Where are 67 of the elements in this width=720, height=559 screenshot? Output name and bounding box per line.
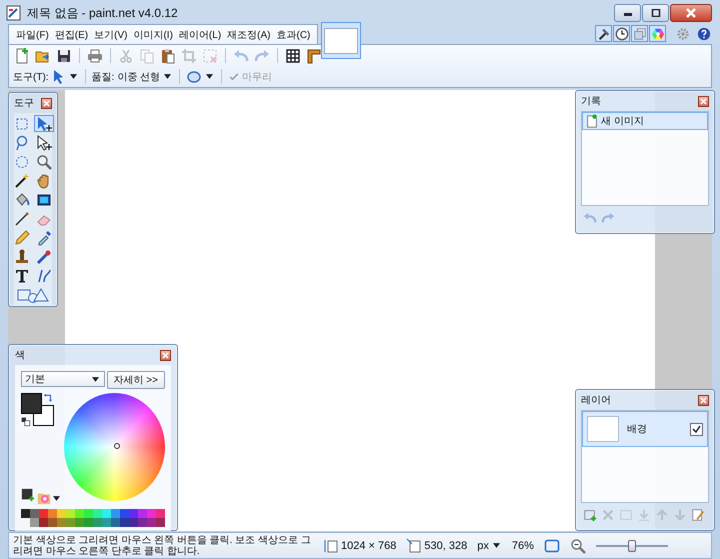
primary-color-swatch[interactable] [21, 393, 42, 414]
move-selected-tool[interactable] [34, 115, 54, 132]
new-image-icon [585, 113, 599, 129]
image-size: 1024 × 768 [323, 538, 396, 554]
palette-menu-icon[interactable] [37, 491, 62, 505]
status-hint: 기본 색상으로 그리려면 마우스 왼쪽 버튼을 클릭. 보조 색상으로 그리려면 마우스 오른쪽 단추로 클릭 합니다. [13, 534, 312, 556]
grid-icon[interactable] [284, 46, 302, 64]
caret-icon [206, 74, 214, 79]
palette-drawing[interactable] [21, 509, 165, 527]
unit-dropdown[interactable]: px [477, 540, 502, 552]
panel-title: 도구 [14, 97, 34, 110]
menu-item[interactable]: 보기(V) [91, 28, 130, 42]
menu-item[interactable]: 이미지(I) [130, 28, 176, 42]
check-icon [228, 70, 240, 82]
hammer-icon[interactable] [595, 25, 612, 42]
cursor-position-icon [406, 538, 422, 554]
zoom-slider[interactable] [596, 540, 668, 552]
selection-mode-dropdown[interactable] [186, 68, 216, 84]
minimize-button[interactable] [614, 4, 641, 22]
history-item[interactable]: 새 이미지 [582, 112, 708, 130]
menu-item[interactable]: 효과(C) [274, 28, 314, 42]
panel-title: 기록 [581, 95, 601, 108]
menu-item[interactable]: 파일(F) [13, 28, 52, 42]
caret-icon [492, 543, 500, 548]
zoom-out-icon[interactable] [570, 538, 586, 554]
quality-dropdown[interactable]: 이중 선형 [117, 70, 174, 84]
caret-icon [164, 74, 172, 79]
app-icon [6, 5, 22, 21]
fit-window-icon[interactable] [544, 538, 560, 554]
palette-dropdown[interactable]: 기본 [21, 371, 105, 387]
maximize-button[interactable] [642, 4, 669, 22]
menu-item[interactable]: 재조정(A) [224, 28, 274, 42]
cursor-position: 530, 328 [406, 538, 468, 554]
menu-item[interactable]: 레이어(L) [176, 28, 224, 42]
close-panel-icon[interactable] [41, 98, 52, 108]
clock-icon[interactable] [613, 25, 630, 42]
caret-icon [70, 74, 77, 79]
zoom-level: 76% [512, 540, 534, 552]
print-icon[interactable] [86, 46, 104, 64]
image-size-icon [323, 538, 339, 554]
layer-thumbnail [587, 416, 619, 442]
clipboard-icon[interactable] [159, 46, 177, 64]
color-wheel-icon[interactable] [649, 25, 666, 42]
close-button[interactable] [670, 4, 712, 22]
close-panel-icon[interactable] [698, 394, 709, 406]
slider-thumb[interactable] [628, 540, 636, 552]
caret-icon [92, 376, 99, 382]
layer-item[interactable]: 배경 [582, 411, 708, 447]
panel-title: 레이어 [581, 394, 611, 407]
image-thumbnail[interactable] [321, 22, 362, 59]
menu-item[interactable]: 편집(E) [52, 28, 92, 42]
reset-colors-icon[interactable] [21, 417, 31, 427]
add-color-icon[interactable] [21, 488, 35, 502]
help-icon[interactable] [695, 26, 712, 42]
close-panel-icon[interactable] [160, 350, 171, 360]
tool-dropdown[interactable] [52, 68, 79, 84]
close-icon [685, 8, 697, 18]
quality-label: 품질: [92, 70, 114, 84]
close-panel-icon[interactable] [698, 96, 709, 106]
panel-title: 색 [15, 349, 25, 362]
maximize-icon [650, 9, 660, 17]
tool-label: 도구(T): [13, 70, 49, 84]
ruler-icon[interactable] [305, 46, 323, 64]
ellipse-icon [186, 68, 202, 84]
visibility-checkbox[interactable] [690, 422, 703, 436]
more-button[interactable]: 자세히 >> [106, 371, 165, 389]
window-title: 제목 없음 - paint.net v4.0.12 [27, 4, 178, 22]
